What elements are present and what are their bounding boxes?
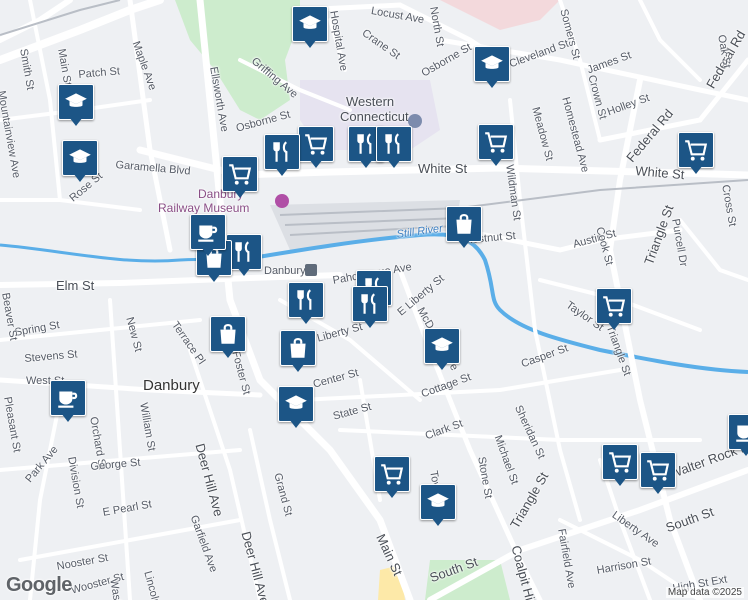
school-icon <box>285 395 307 409</box>
pin-school[interactable] <box>278 386 314 430</box>
school-icon <box>427 493 449 507</box>
grocery-cart-icon <box>647 460 670 481</box>
pin-cafe[interactable] <box>50 380 86 424</box>
place-label-railway-museum-2: Railway Museum <box>158 201 250 215</box>
grocery-cart-icon <box>229 164 252 185</box>
restaurant-icon <box>273 141 288 162</box>
grocery-cart-icon <box>603 296 626 317</box>
pin-school[interactable] <box>292 6 328 50</box>
pin-school[interactable] <box>420 484 456 528</box>
shopping-bag-icon <box>456 213 472 234</box>
map-canvas[interactable]: Locust Ave Hospital Ave Crane St Osborne… <box>0 0 748 600</box>
grocery-cart-icon <box>485 132 508 153</box>
place-label-station: Danbury <box>264 265 306 277</box>
pin-restaurant[interactable] <box>264 134 300 178</box>
pin-grocery[interactable] <box>640 452 676 496</box>
restaurant-icon <box>361 293 376 314</box>
pin-grocery[interactable] <box>678 132 714 176</box>
shopping-bag-icon <box>290 337 306 358</box>
school-icon <box>65 93 87 107</box>
pin-grocery[interactable] <box>478 124 514 168</box>
pin-school[interactable] <box>58 84 94 128</box>
pin-grocery[interactable] <box>596 288 632 332</box>
restaurant-icon <box>235 241 250 262</box>
pin-grocery[interactable] <box>374 456 410 500</box>
pin-restaurant[interactable] <box>288 282 324 326</box>
place-label-connecticut: Connecticut <box>340 109 409 124</box>
school-icon <box>299 15 321 29</box>
pin-shopping[interactable] <box>446 206 482 250</box>
shopping-bag-icon <box>220 323 236 344</box>
pin-school[interactable] <box>474 46 510 90</box>
pin-restaurant[interactable] <box>352 286 388 330</box>
grocery-cart-icon <box>685 140 708 161</box>
coffee-cup-icon <box>198 225 218 242</box>
school-icon <box>481 55 503 69</box>
pin-grocery[interactable] <box>298 126 334 170</box>
museum-marker-icon[interactable] <box>275 194 289 208</box>
pin-restaurant[interactable] <box>376 126 412 170</box>
grocery-cart-icon <box>305 134 328 155</box>
restaurant-icon <box>297 289 312 310</box>
pin-grocery[interactable] <box>222 156 258 200</box>
street-label: Elm St <box>56 278 95 293</box>
pin-shopping[interactable] <box>280 330 316 374</box>
school-icon <box>69 149 91 163</box>
pin-shopping[interactable] <box>210 316 246 360</box>
school-icon <box>431 337 453 351</box>
grocery-cart-icon <box>609 452 632 473</box>
train-station-icon[interactable] <box>305 264 317 276</box>
coffee-cup-icon <box>58 391 78 408</box>
place-label-danbury: Danbury <box>143 377 200 394</box>
pin-cafe[interactable] <box>728 414 748 458</box>
pin-cafe[interactable] <box>190 214 226 258</box>
coffee-cup-icon <box>736 425 748 442</box>
map-attribution[interactable]: Map data ©2025 <box>665 587 744 598</box>
place-label-western: Western <box>346 94 395 109</box>
pin-grocery[interactable] <box>602 444 638 488</box>
street-label: White St <box>418 161 468 176</box>
grocery-cart-icon <box>381 464 404 485</box>
pin-school[interactable] <box>62 140 98 184</box>
pin-school[interactable] <box>424 328 460 372</box>
restaurant-icon <box>385 133 400 154</box>
google-logo: Google <box>6 574 72 596</box>
